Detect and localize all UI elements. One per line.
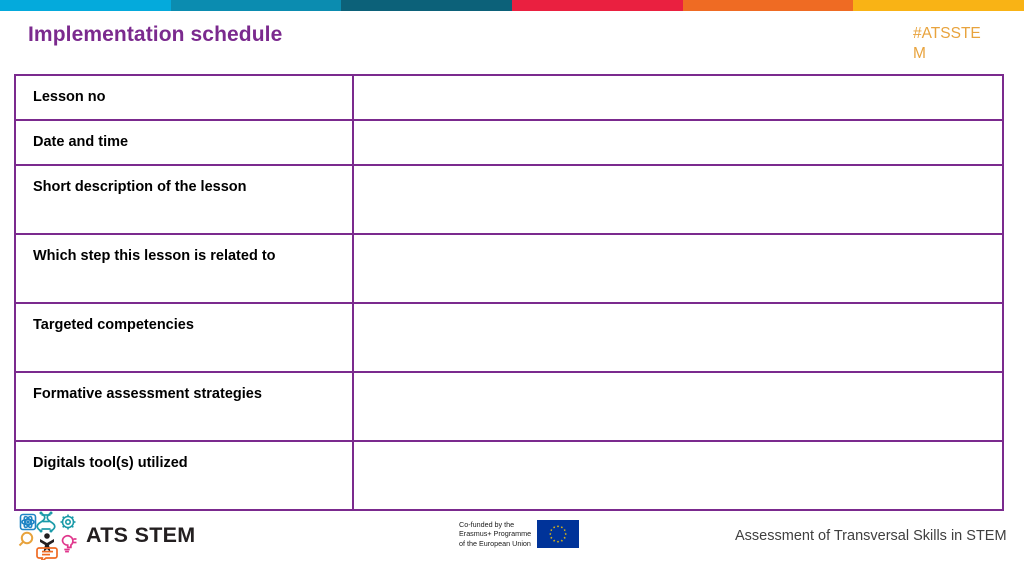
magnifier-icon bbox=[18, 531, 34, 547]
row-value-cell[interactable] bbox=[352, 440, 1004, 511]
page-title: Implementation schedule bbox=[28, 23, 283, 46]
european-union-flag-icon bbox=[537, 520, 580, 549]
ats-stem-wordmark: ATS STEM bbox=[86, 522, 196, 547]
color-segment-teal bbox=[170, 0, 342, 11]
table-row: Lesson no bbox=[14, 74, 1004, 121]
row-value-cell[interactable] bbox=[352, 119, 1004, 166]
lightbulb-icon bbox=[61, 534, 77, 553]
row-label-cell: Short description of the lesson bbox=[14, 164, 354, 235]
table-body: Lesson no Date and time Short description … bbox=[14, 74, 1004, 511]
ats-stem-icon-cluster bbox=[18, 511, 77, 560]
molecule-icon bbox=[36, 511, 56, 533]
table-row: Which step this lesson is related to bbox=[14, 233, 1004, 304]
implementation-schedule-table: Lesson no Date and time Short description … bbox=[14, 74, 1004, 511]
table-row: Short description of the lesson bbox=[14, 164, 1004, 235]
row-value-cell[interactable] bbox=[352, 233, 1004, 304]
row-value-cell[interactable] bbox=[352, 74, 1004, 121]
eu-funding-text: Co-funded by the Erasmus+ Programme of t… bbox=[459, 520, 531, 548]
row-label-cell: Date and time bbox=[14, 119, 354, 166]
color-segment-amber bbox=[853, 0, 1024, 11]
color-segment-red bbox=[512, 0, 683, 11]
color-segment-dark-teal bbox=[341, 0, 513, 11]
slide-footer: ATS STEM Co-funded by the Erasmus+ Progr… bbox=[0, 505, 1024, 576]
eu-funding-line-3: of the European Union bbox=[459, 538, 531, 548]
row-label-cell: Which step this lesson is related to bbox=[14, 233, 354, 304]
campaign-hashtag: #ATSSTEM bbox=[913, 25, 981, 62]
project-tagline: Assessment of Transversal Skills in STEM bbox=[735, 528, 1007, 544]
row-label-cell: Formative assessment strategies bbox=[14, 371, 354, 442]
gear-icon bbox=[60, 514, 76, 530]
eu-funding-line-2: Erasmus+ Programme bbox=[459, 529, 532, 539]
color-segment-orange bbox=[682, 0, 854, 11]
row-value-cell[interactable] bbox=[352, 164, 1004, 235]
row-label-cell: Lesson no bbox=[14, 74, 354, 121]
table-row: Targeted competencies bbox=[14, 302, 1004, 373]
speech-bubble-icon bbox=[36, 547, 58, 560]
ats-stem-logo: ATS STEM bbox=[18, 510, 196, 560]
top-color-bar bbox=[0, 0, 1024, 11]
table-row: Digitals tool(s) utilized bbox=[14, 440, 1004, 511]
color-segment-cyan bbox=[0, 0, 171, 11]
row-label-cell: Digitals tool(s) utilized bbox=[14, 440, 354, 511]
row-value-cell[interactable] bbox=[352, 302, 1004, 373]
person-icon bbox=[40, 533, 54, 552]
row-label-cell: Targeted competencies bbox=[14, 302, 354, 373]
table-row: Formative assessment strategies bbox=[14, 371, 1004, 442]
eu-funding-block: Co-funded by the Erasmus+ Programme of t… bbox=[459, 520, 580, 549]
eu-funding-line-1: Co-funded by the bbox=[459, 520, 515, 529]
row-value-cell[interactable] bbox=[352, 371, 1004, 442]
atom-icon bbox=[19, 513, 37, 531]
table-row: Date and time bbox=[14, 119, 1004, 166]
